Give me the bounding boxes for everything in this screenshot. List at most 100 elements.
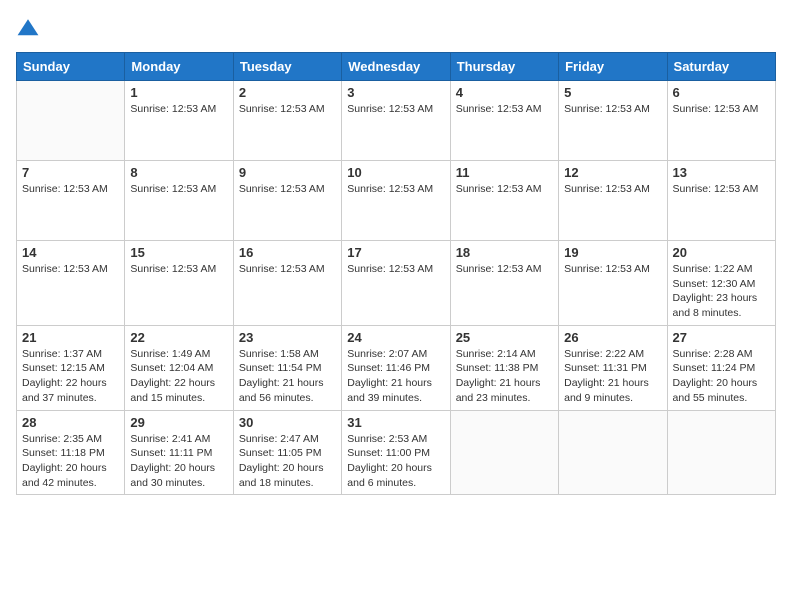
- calendar-cell: 7Sunrise: 12:53 AM: [17, 161, 125, 241]
- day-number: 28: [22, 415, 119, 430]
- day-number: 29: [130, 415, 227, 430]
- day-number: 25: [456, 330, 553, 345]
- calendar-cell: 26 Sunrise: 2:22 AM Sunset: 11:31 PM Dayl…: [559, 325, 667, 410]
- day-info: Sunrise: 1:22 AM Sunset: 12:30 AM Daylig…: [673, 262, 770, 321]
- day-info: Sunrise: 2:53 AM Sunset: 11:00 PM Daylig…: [347, 432, 444, 491]
- day-number: 18: [456, 245, 553, 260]
- day-of-week-header: Tuesday: [233, 53, 341, 81]
- calendar-cell: 21 Sunrise: 1:37 AM Sunset: 12:15 AM Dayl…: [17, 325, 125, 410]
- calendar-cell: 28 Sunrise: 2:35 AM Sunset: 11:18 PM Dayl…: [17, 410, 125, 495]
- day-of-week-header: Friday: [559, 53, 667, 81]
- calendar-cell: 11 Sunrise: 12:53 AM: [450, 161, 558, 241]
- day-number: 2: [239, 85, 336, 100]
- day-info: Sunrise: 12:53 AM: [564, 102, 661, 117]
- day-number: 12: [564, 165, 661, 180]
- day-info: Sunrise: 12:53 AM: [130, 102, 227, 117]
- day-info: Sunrise: 12:53 AM: [564, 182, 661, 197]
- day-info: Sunrise: 12:53 AM: [673, 182, 770, 197]
- day-info: Sunrise: 12:53 AM: [673, 102, 770, 117]
- day-number: 13: [673, 165, 770, 180]
- day-of-week-header: Monday: [125, 53, 233, 81]
- calendar-cell: 13 Sunrise: 12:53 AM: [667, 161, 775, 241]
- day-of-week-header: Thursday: [450, 53, 558, 81]
- calendar-cell: 4 Sunrise: 12:53 AM: [450, 81, 558, 161]
- day-number: 26: [564, 330, 661, 345]
- day-number: 15: [130, 245, 227, 260]
- calendar-cell: 14Sunrise: 12:53 AM: [17, 241, 125, 326]
- day-number: 23: [239, 330, 336, 345]
- day-info: Sunrise: 12:53 AM: [456, 262, 553, 277]
- calendar-cell: 29 Sunrise: 2:41 AM Sunset: 11:11 PM Dayl…: [125, 410, 233, 495]
- calendar-week-row: 21 Sunrise: 1:37 AM Sunset: 12:15 AM Dayl…: [17, 325, 776, 410]
- day-of-week-header: Sunday: [17, 53, 125, 81]
- calendar-week-row: 1 Sunrise: 12:53 AM 2 Sunrise: 12:53 AM 3Sun…: [17, 81, 776, 161]
- calendar-week-row: 7Sunrise: 12:53 AM8Sunrise: 12:53 AM9Sun…: [17, 161, 776, 241]
- calendar-cell: 1 Sunrise: 12:53 AM: [125, 81, 233, 161]
- calendar-cell: 18 Sunrise: 12:53 AM: [450, 241, 558, 326]
- calendar-cell: 24 Sunrise: 2:07 AM Sunset: 11:46 PM Dayl…: [342, 325, 450, 410]
- calendar-cell: 9Sunrise: 12:53 AM: [233, 161, 341, 241]
- day-info: Sunrise: 1:58 AM Sunset: 11:54 PM Daylig…: [239, 347, 336, 406]
- calendar-cell: 15 Sunrise: 12:53 AM: [125, 241, 233, 326]
- day-number: 17: [347, 245, 444, 260]
- calendar-cell: [17, 81, 125, 161]
- logo-icon: [16, 16, 40, 40]
- day-number: 4: [456, 85, 553, 100]
- calendar-cell: 2 Sunrise: 12:53 AM: [233, 81, 341, 161]
- day-info: Sunrise: 2:22 AM Sunset: 11:31 PM Daylig…: [564, 347, 661, 406]
- calendar-cell: 17Sunrise: 12:53 AM: [342, 241, 450, 326]
- calendar-cell: 6Sunrise: 12:53 AM: [667, 81, 775, 161]
- day-info: Sunrise: 2:35 AM Sunset: 11:18 PM Daylig…: [22, 432, 119, 491]
- day-info: Sunrise: 2:47 AM Sunset: 11:05 PM Daylig…: [239, 432, 336, 491]
- calendar-cell: 10 Sunrise: 12:53 AM: [342, 161, 450, 241]
- calendar-cell: 27Sunrise: 2:28 AM Sunset: 11:24 PM Dayl…: [667, 325, 775, 410]
- calendar-cell: 8 Sunrise: 12:53 AM: [125, 161, 233, 241]
- day-info: Sunrise: 12:53 AM: [239, 182, 336, 197]
- day-number: 22: [130, 330, 227, 345]
- calendar-cell: 16 Sunrise: 12:53 AM: [233, 241, 341, 326]
- calendar-cell: 23 Sunrise: 1:58 AM Sunset: 11:54 PM Dayl…: [233, 325, 341, 410]
- calendar-table: SundayMondayTuesdayWednesdayThursdayFrid…: [16, 52, 776, 495]
- day-number: 5: [564, 85, 661, 100]
- day-info: Sunrise: 2:07 AM Sunset: 11:46 PM Daylig…: [347, 347, 444, 406]
- day-info: Sunrise: 12:53 AM: [130, 182, 227, 197]
- day-info: Sunrise: 1:49 AM Sunset: 12:04 AM Daylig…: [130, 347, 227, 406]
- day-number: 21: [22, 330, 119, 345]
- day-number: 24: [347, 330, 444, 345]
- calendar-cell: 5 Sunrise: 12:53 AM: [559, 81, 667, 161]
- calendar-cell: 25 Sunrise: 2:14 AM Sunset: 11:38 PM Dayl…: [450, 325, 558, 410]
- day-info: Sunrise: 12:53 AM: [130, 262, 227, 277]
- day-number: 10: [347, 165, 444, 180]
- day-of-week-header: Wednesday: [342, 53, 450, 81]
- day-info: Sunrise: 12:53 AM: [456, 182, 553, 197]
- calendar-cell: 20 Sunrise: 1:22 AM Sunset: 12:30 AM Dayl…: [667, 241, 775, 326]
- day-info: Sunrise: 12:53 AM: [456, 102, 553, 117]
- day-info: Sunrise: 2:14 AM Sunset: 11:38 PM Daylig…: [456, 347, 553, 406]
- calendar-cell: [667, 410, 775, 495]
- day-info: Sunrise: 12:53 AM: [239, 102, 336, 117]
- day-info: Sunrise: 12:53 AM: [347, 182, 444, 197]
- day-number: 16: [239, 245, 336, 260]
- calendar-cell: 12 Sunrise: 12:53 AM: [559, 161, 667, 241]
- day-info: Sunrise: 1:37 AM Sunset: 12:15 AM Daylig…: [22, 347, 119, 406]
- day-number: 31: [347, 415, 444, 430]
- day-number: 11: [456, 165, 553, 180]
- calendar-week-row: 28 Sunrise: 2:35 AM Sunset: 11:18 PM Dayl…: [17, 410, 776, 495]
- day-info: Sunrise: 2:41 AM Sunset: 11:11 PM Daylig…: [130, 432, 227, 491]
- day-of-week-header: Saturday: [667, 53, 775, 81]
- calendar-cell: 3Sunrise: 12:53 AM: [342, 81, 450, 161]
- day-number: 1: [130, 85, 227, 100]
- day-info: Sunrise: 12:53 AM: [239, 262, 336, 277]
- day-number: 19: [564, 245, 661, 260]
- day-number: 8: [130, 165, 227, 180]
- calendar-cell: [559, 410, 667, 495]
- calendar-cell: 19 Sunrise: 12:53 AM: [559, 241, 667, 326]
- calendar-cell: 30Sunrise: 2:47 AM Sunset: 11:05 PM Dayl…: [233, 410, 341, 495]
- day-number: 7: [22, 165, 119, 180]
- calendar-week-row: 14Sunrise: 12:53 AM15Sunrise: 12:53 AM16…: [17, 241, 776, 326]
- day-number: 20: [673, 245, 770, 260]
- day-info: Sunrise: 12:53 AM: [564, 262, 661, 277]
- calendar-header-row: SundayMondayTuesdayWednesdayThursdayFrid…: [17, 53, 776, 81]
- calendar-cell: 31 Sunrise: 2:53 AM Sunset: 11:00 PM Dayl…: [342, 410, 450, 495]
- day-number: 14: [22, 245, 119, 260]
